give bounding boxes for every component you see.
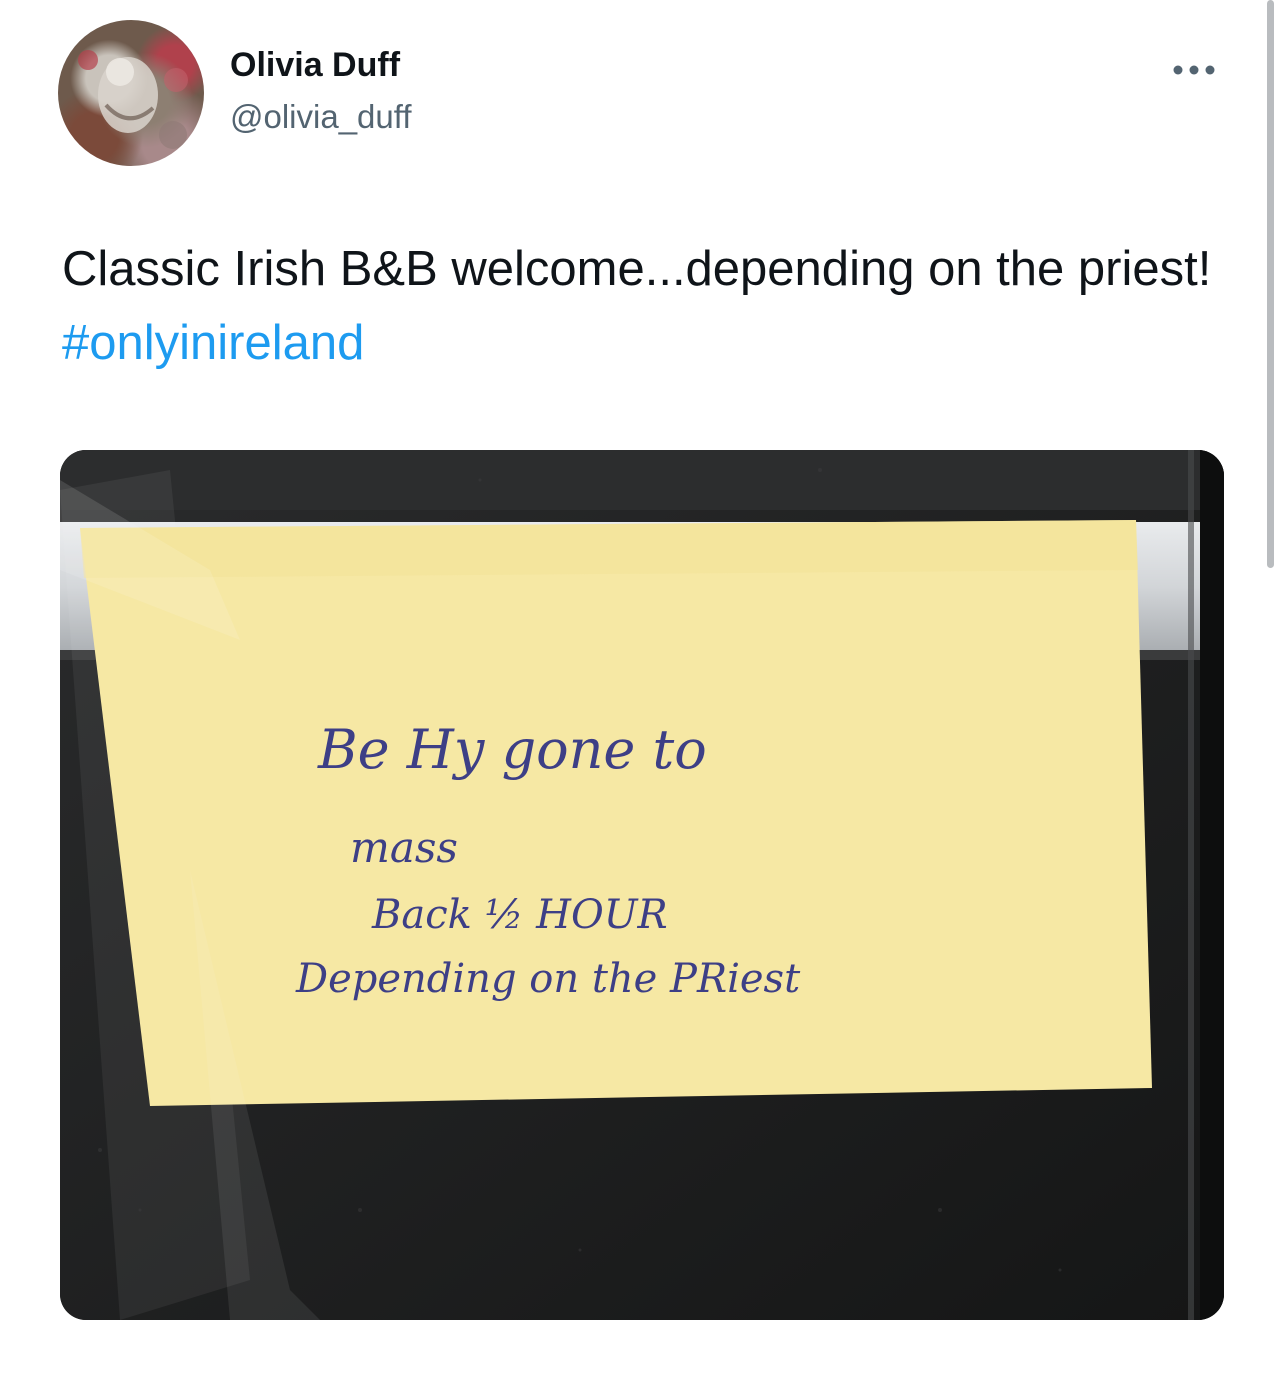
tweet-photo[interactable]: Be Hy gone to mass Back ½ HOUR Depending… [60, 450, 1224, 1320]
user-avatar-icon[interactable] [58, 20, 204, 166]
avatar-image [78, 50, 188, 149]
author-handle[interactable]: @olivia_duff [230, 98, 412, 136]
photo-note-on-fridge: Be Hy gone to mass Back ½ HOUR Depending… [60, 450, 1224, 1320]
more-horizontal-icon [1173, 65, 1215, 75]
note-line-1: Be Hy gone to [317, 718, 707, 781]
tweet-text: Classic Irish B&B welcome...depending on… [62, 232, 1222, 380]
sticky-note [80, 520, 1152, 1106]
note-line-2: mass [350, 823, 458, 872]
tweet-card: Olivia Duff @olivia_duff Classic Irish B… [0, 0, 1284, 1389]
hashtag-link[interactable]: #onlyinireland [62, 316, 364, 370]
scrollbar[interactable] [1267, 0, 1274, 568]
author-display-name[interactable]: Olivia Duff [230, 46, 400, 85]
note-line-3: Back ½ HOUR [371, 892, 668, 938]
note-line-4: Depending on the PRiest [295, 956, 801, 1002]
more-options-button[interactable] [1168, 56, 1220, 84]
tweet-body: Classic Irish B&B welcome...depending on… [62, 242, 1212, 296]
